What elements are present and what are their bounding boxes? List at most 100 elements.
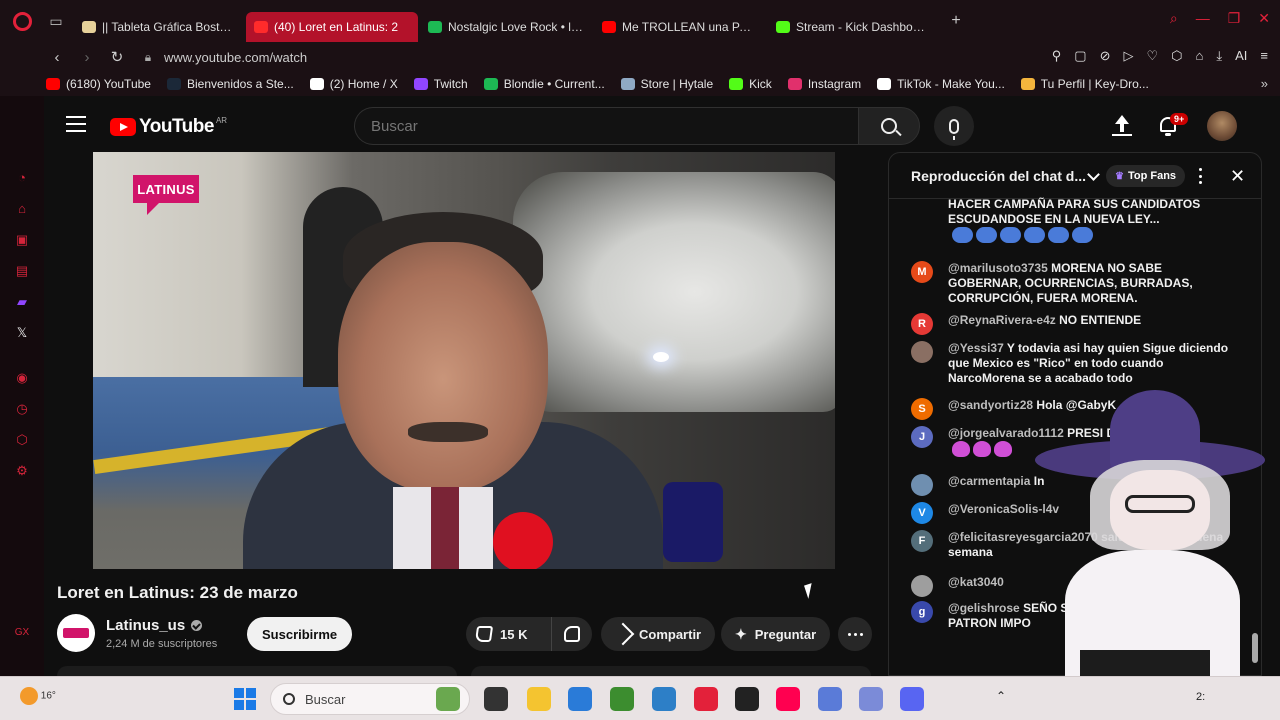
chat-scrollbar[interactable] — [1252, 633, 1258, 663]
maximize-icon[interactable]: ❐ — [1228, 10, 1241, 27]
bookmark[interactable]: Blondie • Current... — [483, 77, 605, 91]
bookmark[interactable]: (6180) YouTube — [46, 77, 151, 91]
menu-icon[interactable]: ≡ — [1260, 48, 1268, 64]
chat-author[interactable]: @Yessi37 — [948, 341, 1004, 355]
tab[interactable]: (40) Loret en Latinus: 2 — [246, 12, 418, 42]
extensions-icon[interactable]: ⬡ — [1171, 48, 1182, 64]
top-fans-filter[interactable]: ♛ Top Fans — [1106, 165, 1186, 187]
bookmark[interactable]: Store | Hytale — [620, 77, 713, 91]
search-button[interactable] — [858, 107, 920, 145]
back-icon[interactable]: ‹ — [44, 49, 70, 66]
snapshot-icon[interactable]: ▢ — [1074, 48, 1086, 64]
reload-icon[interactable]: ↻ — [104, 48, 130, 66]
store-icon[interactable] — [568, 687, 592, 711]
search-tabs-icon[interactable]: ⌕ — [1170, 10, 1178, 27]
bookmark[interactable]: Tu Perfil | Key-Dro... — [1020, 77, 1149, 91]
history-icon[interactable]: ◔ — [12, 168, 32, 188]
chat-avatar[interactable]: g — [911, 601, 933, 623]
obs-icon[interactable] — [735, 687, 759, 711]
like-button[interactable]: 15 K — [466, 617, 552, 651]
player-icon[interactable]: ◉ — [12, 368, 32, 388]
chat-avatar[interactable]: F — [911, 530, 933, 552]
chat-avatar[interactable]: V — [911, 502, 933, 524]
opera-gx-logo-icon[interactable] — [0, 0, 44, 42]
chat-author[interactable]: @felicitasreyesgarcia2070 — [948, 530, 1098, 544]
minimize-icon[interactable]: — — [1196, 10, 1210, 27]
gx-corner-label[interactable]: GX — [0, 627, 44, 638]
bookmarks-overflow-icon[interactable]: » — [1261, 76, 1268, 91]
subscribe-button[interactable]: Suscribirme — [247, 617, 353, 651]
comments-box[interactable] — [471, 666, 871, 676]
wallet-icon[interactable]: ⌂ — [1196, 48, 1204, 64]
tab[interactable]: || Tableta Gráfica Bosto 12 — [74, 12, 244, 42]
dislike-button[interactable] — [552, 617, 592, 651]
settings-icon[interactable]: ⚙ — [12, 461, 32, 481]
vtube-icon[interactable] — [818, 687, 842, 711]
search-input[interactable] — [354, 107, 858, 145]
file-explorer-icon[interactable] — [527, 687, 551, 711]
chat-avatar[interactable] — [911, 341, 933, 363]
url-field[interactable]: www.youtube.com/watch — [164, 50, 307, 65]
chat-avatar[interactable] — [911, 474, 933, 496]
weather-widget[interactable]: 16° — [20, 687, 56, 705]
chat-author[interactable]: @kat3040 — [948, 575, 1004, 589]
extensions-icon[interactable]: ⬡ — [12, 430, 32, 450]
discord-icon[interactable] — [900, 687, 924, 711]
download-icon[interactable]: ⤓ — [1216, 48, 1222, 64]
description-box[interactable] — [57, 666, 457, 676]
minecraft-icon[interactable] — [610, 687, 634, 711]
aria-ai-button[interactable]: AI — [1235, 48, 1247, 64]
new-tab-button[interactable]: + — [944, 12, 968, 30]
bookmark[interactable]: TikTok - Make You... — [877, 77, 1005, 91]
upload-icon[interactable] — [1112, 115, 1132, 137]
youtube-logo[interactable]: YouTube AR — [110, 116, 227, 138]
chat-author[interactable]: @gelishrose — [948, 601, 1020, 615]
x-icon[interactable]: 𝕏 — [12, 323, 32, 343]
close-window-icon[interactable]: ✕ — [1258, 10, 1270, 27]
video-player[interactable]: LATINUS — [93, 152, 835, 569]
player-icon[interactable]: ▷ — [1123, 48, 1133, 64]
channel-avatar[interactable] — [57, 614, 95, 652]
chat-author[interactable]: @carmentapia — [948, 474, 1030, 488]
close-icon[interactable]: ✕ — [1230, 166, 1245, 187]
bookmark[interactable]: Bienvenidos a Ste... — [166, 77, 294, 91]
chat-avatar[interactable] — [911, 575, 933, 597]
clock[interactable]: 2: — [1196, 691, 1205, 703]
account-avatar[interactable] — [1207, 111, 1237, 141]
store-icon[interactable]: ⌂ — [12, 199, 32, 219]
chat-author[interactable]: @marilusoto3735 — [948, 261, 1048, 275]
twitch-icon[interactable]: ▰ — [12, 292, 32, 312]
start-icon[interactable] — [234, 688, 256, 710]
tray-chevron-icon[interactable]: ⌃ — [996, 689, 1006, 703]
mail-icon[interactable]: ▤ — [12, 261, 32, 281]
pin-icon[interactable]: ⚲ — [1052, 48, 1062, 64]
more-actions-button[interactable] — [838, 617, 872, 651]
chat-title[interactable]: Reproducción del chat d... — [911, 168, 1086, 184]
menu-icon[interactable] — [66, 116, 86, 132]
nature-app-icon[interactable] — [436, 687, 460, 711]
bookmark[interactable]: Instagram — [787, 77, 861, 91]
voice-search-button[interactable] — [934, 106, 974, 146]
chat-avatar[interactable]: R — [911, 313, 933, 335]
chat-author[interactable]: @VeronicaSolis-l4v — [948, 502, 1059, 516]
chevron-down-icon[interactable] — [1087, 168, 1100, 181]
terminal-icon[interactable] — [484, 687, 508, 711]
clock-icon[interactable]: ◷ — [12, 399, 32, 419]
heart-icon[interactable]: ♡ — [1146, 48, 1158, 64]
workspaces-icon[interactable]: ▭ — [44, 13, 68, 30]
bookmark[interactable]: Twitch — [413, 77, 468, 91]
messenger-icon[interactable]: ▣ — [12, 230, 32, 250]
chat-avatar[interactable]: J — [911, 426, 933, 448]
bookmark[interactable]: (2) Home / X — [309, 77, 398, 91]
chat-avatar[interactable]: M — [911, 261, 933, 283]
bookmark[interactable]: Kick — [729, 77, 772, 91]
ask-button[interactable]: ✦ Preguntar — [721, 617, 831, 651]
chat-more-icon[interactable] — [1199, 168, 1203, 184]
app-icon[interactable] — [859, 687, 883, 711]
tab[interactable]: Me TROLLEAN una PARTIE — [594, 12, 766, 42]
adblock-icon[interactable]: ⊘ — [1100, 48, 1111, 64]
channel-name[interactable]: Latinus_us — [106, 617, 203, 634]
chat-author[interactable]: @sandyortiz28 — [948, 398, 1033, 412]
forward-icon[interactable]: › — [74, 49, 100, 66]
chat-author[interactable]: @ReynaRivera-e4z — [948, 313, 1056, 327]
